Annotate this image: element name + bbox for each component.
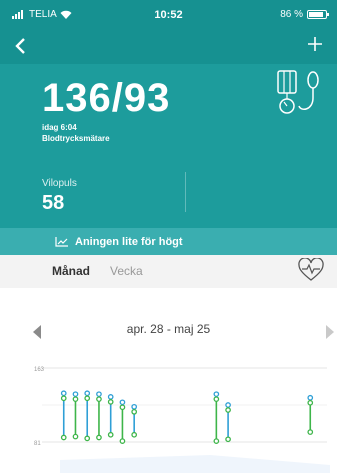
systolic-point: [96, 391, 102, 398]
systolic-point-secondary: [119, 404, 126, 411]
add-button[interactable]: [307, 34, 323, 56]
period-tabs: Månad Vecka: [0, 255, 337, 288]
plus-icon: [308, 37, 322, 51]
divider: [185, 172, 186, 212]
systolic-point: [131, 403, 138, 410]
reading-header: TELIA 10:52 86 % 136/93 idag 6:04 Blodtr…: [0, 0, 337, 255]
battery-icon: [307, 10, 329, 19]
systolic-point: [119, 399, 126, 406]
next-period-button[interactable]: [326, 325, 334, 339]
systolic-point: [107, 394, 114, 400]
systolic-point: [60, 390, 67, 397]
chart-shade: [60, 455, 330, 473]
systolic-point: [307, 394, 314, 401]
heart-rate-icon[interactable]: [298, 258, 324, 282]
bp-chart: 163 81: [34, 367, 330, 473]
systolic-point-secondary: [60, 395, 67, 402]
diastolic-point: [225, 436, 231, 443]
tab-week[interactable]: Vecka: [110, 264, 143, 278]
systolic-point: [72, 391, 79, 398]
tab-month[interactable]: Månad: [52, 264, 90, 278]
systolic-point-secondary: [107, 399, 114, 405]
battery-percent: 86 %: [280, 9, 303, 20]
systolic-point-secondary: [225, 407, 231, 413]
battery-fill: [309, 12, 323, 17]
reading-time: idag 6:04: [42, 123, 77, 132]
reading-source: Blodtrycksmätare: [42, 134, 110, 143]
nav-bar: [0, 30, 337, 64]
diastolic-point: [84, 435, 91, 442]
y-tick-label: 163: [34, 367, 45, 373]
diastolic-point: [119, 438, 126, 444]
chevron-left-icon: [15, 38, 25, 54]
back-button[interactable]: [14, 37, 26, 57]
diastolic-point: [107, 431, 114, 438]
diastolic-point: [213, 438, 220, 444]
diastolic-point: [72, 433, 79, 440]
diastolic-point: [307, 429, 314, 435]
systolic-point-secondary: [72, 396, 79, 403]
battery-group: 86 %: [280, 9, 329, 20]
systolic-point-secondary: [307, 399, 314, 406]
systolic-point: [213, 391, 220, 398]
pulse-value: 58: [42, 192, 65, 214]
status-row[interactable]: Aningen lite för högt: [0, 228, 337, 255]
systolic-point-secondary: [213, 396, 220, 403]
systolic-point: [225, 402, 231, 408]
bp-reading-value: 136/93: [42, 76, 171, 120]
trend-icon: [55, 236, 68, 247]
y-tick-label: 81: [34, 441, 41, 447]
status-text: Aningen lite för högt: [75, 235, 183, 248]
status-bar: TELIA 10:52 86 %: [0, 0, 337, 30]
systolic-point-secondary: [96, 396, 102, 403]
diastolic-point: [131, 431, 138, 438]
date-range: apr. 28 - maj 25: [126, 322, 211, 336]
systolic-point: [84, 390, 91, 397]
pulse-label: Vilopuls: [42, 178, 77, 189]
blood-pressure-monitor-icon: [277, 70, 319, 114]
systolic-point-secondary: [131, 408, 138, 415]
systolic-point-secondary: [84, 395, 91, 402]
diastolic-point: [60, 434, 67, 441]
diastolic-point: [96, 434, 102, 441]
